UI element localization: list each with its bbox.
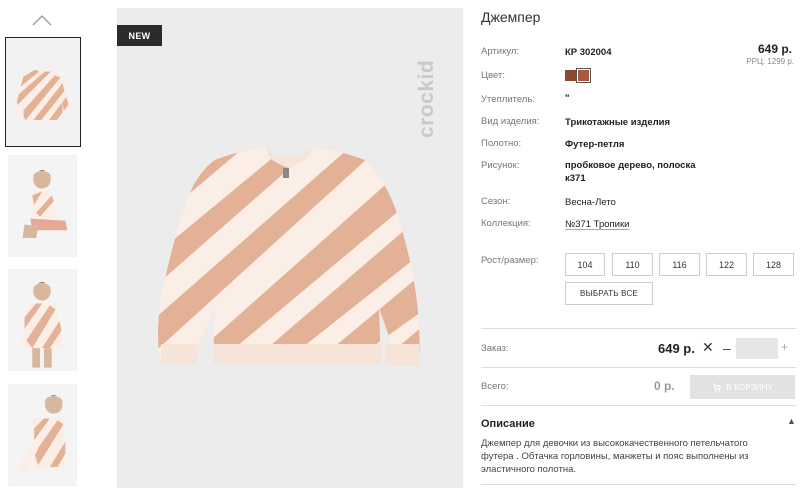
collection-link[interactable]: №371 Тропики	[565, 218, 629, 231]
attr-label-fabric: Полотно:	[481, 138, 522, 149]
attr-label-color: Цвет:	[481, 70, 505, 81]
quantity-increase-button[interactable]: +	[781, 340, 788, 354]
sweater-thumbnail-image	[6, 38, 80, 146]
size-label: Рост/размер:	[481, 255, 539, 266]
attr-value-insulation: "	[565, 93, 570, 104]
divider	[481, 367, 796, 368]
cart-icon	[713, 382, 721, 391]
size-option-122[interactable]: 122	[706, 253, 747, 276]
size-option-104[interactable]: 104	[565, 253, 605, 276]
attr-value-pattern: пробковое дерево, полоска к371	[565, 160, 696, 184]
attr-value-fabric: Футер-петля	[565, 139, 625, 150]
thumbnails-up-arrow[interactable]	[31, 12, 53, 28]
attr-value-season: Весна-Лето	[565, 197, 616, 208]
add-to-cart-label: В КОРЗИНУ	[726, 382, 773, 392]
attr-label-collection: Коллекция:	[481, 218, 531, 229]
description-title[interactable]: Описание	[481, 418, 535, 430]
attr-label-article: Артикул:	[481, 46, 520, 57]
collapse-arrow-icon[interactable]: ▲	[787, 416, 796, 426]
brand-logo: crockid	[410, 20, 440, 142]
order-label: Заказ:	[481, 343, 509, 354]
chevron-up-icon	[32, 15, 52, 26]
attr-value-article: КР 302004	[565, 47, 612, 58]
attr-label-season: Сезон:	[481, 196, 511, 207]
model-sitting-thumbnail-image	[9, 156, 76, 256]
size-option-110[interactable]: 110	[612, 253, 653, 276]
attr-label-insulation: Утеплитель:	[481, 94, 535, 105]
new-badge: NEW	[117, 25, 162, 46]
divider	[481, 328, 796, 329]
multiply-icon: ✕	[702, 339, 714, 355]
recommended-retail-price: РРЦ: 1299 р.	[746, 57, 794, 66]
crockid-logo-icon: crockid	[415, 60, 438, 138]
model-side-thumbnail-image	[9, 385, 76, 485]
thumbnail-4[interactable]	[8, 384, 77, 486]
total-value: 0 р.	[654, 379, 675, 393]
attr-value-item-type: Трикотажные изделия	[565, 117, 671, 128]
description-text: Джемпер для девочки из высококачественно…	[481, 438, 749, 475]
product-price: 649 р.	[757, 42, 792, 56]
divider	[481, 484, 796, 485]
thumbnail-1[interactable]	[5, 37, 81, 147]
thumbnail-3[interactable]	[8, 269, 77, 371]
quantity-input[interactable]	[736, 338, 778, 359]
thumbnail-2[interactable]	[8, 155, 77, 257]
select-all-sizes-button[interactable]: ВЫБРАТЬ ВСЕ	[565, 282, 653, 305]
attr-label-pattern: Рисунок:	[481, 160, 520, 171]
size-option-128[interactable]: 128	[753, 253, 794, 276]
model-standing-thumbnail-image	[9, 270, 76, 370]
order-price: 649 р.	[658, 341, 695, 356]
size-option-116[interactable]: 116	[659, 253, 700, 276]
brand-name: crockid	[415, 60, 438, 138]
product-title: Джемпер	[481, 9, 541, 25]
color-swatch-1[interactable]	[565, 70, 576, 81]
add-to-cart-button[interactable]: В КОРЗИНУ	[690, 375, 795, 399]
quantity-decrease-button[interactable]: –	[723, 340, 731, 356]
total-label: Всего:	[481, 381, 509, 392]
divider	[481, 405, 796, 406]
attr-label-item-type: Вид изделия:	[481, 116, 540, 127]
color-swatch-2[interactable]	[576, 68, 591, 83]
